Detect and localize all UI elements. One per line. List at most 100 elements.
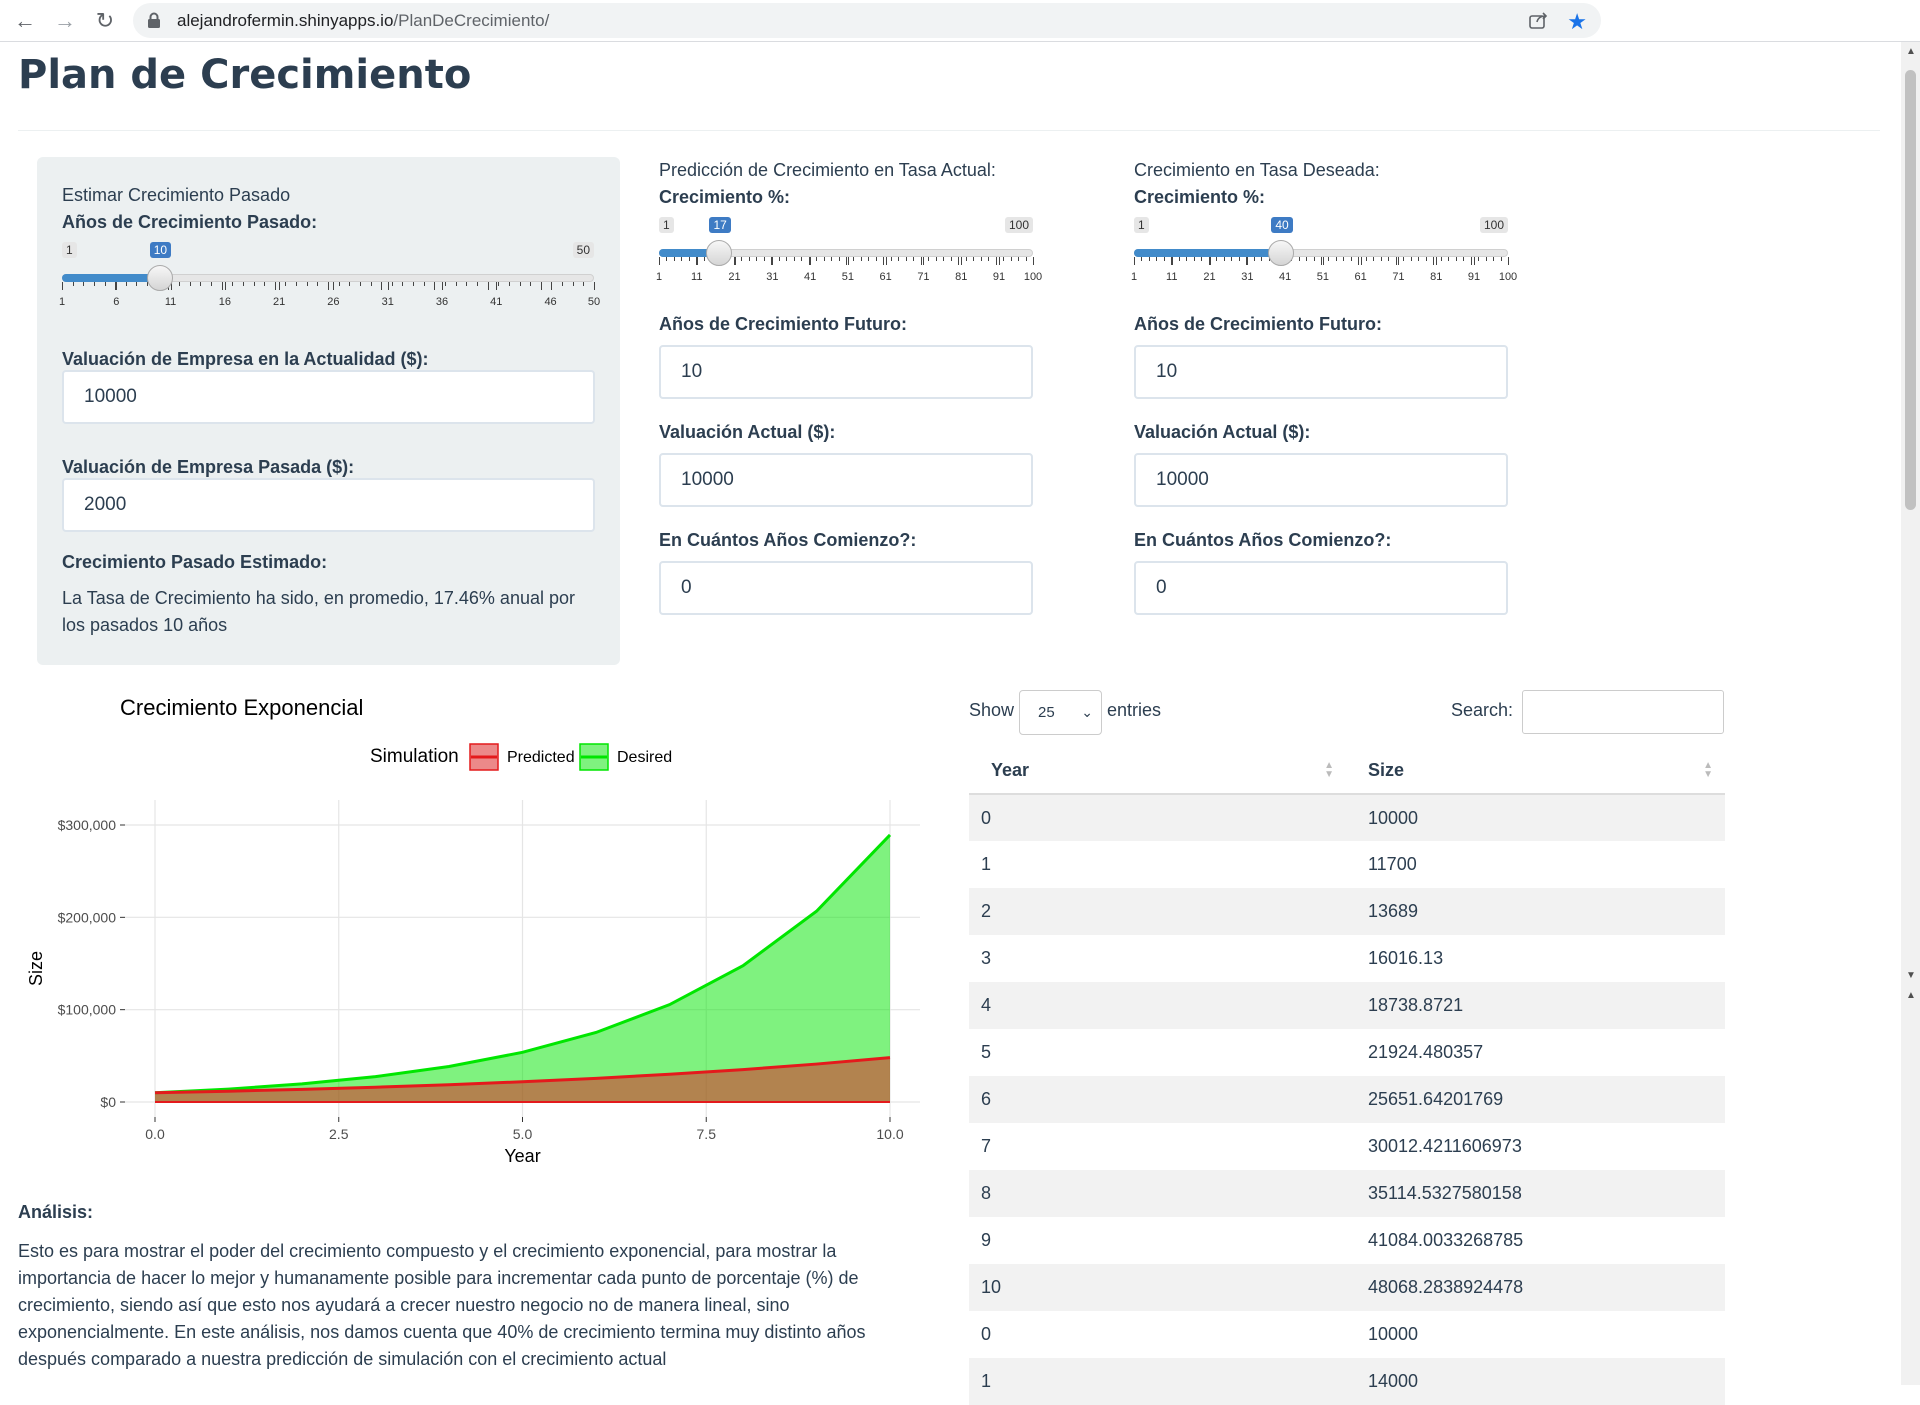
chart-title: Crecimiento Exponencial	[120, 695, 364, 720]
predicted-start-label: En Cuántos Años Comienzo?:	[659, 530, 917, 550]
slider-major-tick	[1322, 257, 1324, 265]
current-value-input[interactable]: 10000	[62, 370, 595, 424]
slider-tick	[210, 282, 212, 286]
predicted-start-input[interactable]: 0	[659, 561, 1033, 615]
scroll-up-icon-2[interactable]: ▲	[1906, 990, 1916, 1001]
forward-arrow-icon[interactable]: →	[48, 4, 82, 38]
search-input[interactable]	[1522, 690, 1724, 734]
cell-year: 0	[981, 1324, 992, 1344]
desired-value-input[interactable]: 10000	[1134, 453, 1508, 507]
slider-tick-label: 41	[803, 271, 817, 283]
slider-tick	[423, 282, 425, 286]
page-size-select[interactable]: 25 ⌄	[1019, 690, 1102, 735]
browser-toolbar: ← → ↻ alejandrofermin.shinyapps.io/PlanD…	[0, 0, 1920, 42]
scroll-down-icon[interactable]: ▼	[1906, 970, 1916, 981]
cell-year: 0	[969, 794, 1346, 841]
slider-tick	[816, 257, 818, 261]
slider-tick	[221, 282, 223, 290]
slider-major-tick	[1360, 257, 1362, 265]
slider-tick	[487, 282, 489, 290]
desired-start-input[interactable]: 0	[1134, 561, 1508, 615]
growth-chart: Simulation Predicted Desired 0.0 2.5 5.0 7.5 10…	[26, 743, 920, 1166]
bookmark-star-icon[interactable]: ★	[1567, 9, 1587, 35]
column-header-size-label: Size	[1368, 760, 1405, 780]
slider-major-tick	[1474, 257, 1475, 265]
address-bar[interactable]: alejandrofermin.shinyapps.io/PlanDeCreci…	[133, 3, 1601, 38]
slider-tick	[232, 282, 234, 286]
x-tick-label: 7.5	[697, 1126, 717, 1142]
slider-tick	[572, 282, 574, 286]
slider-tick	[1163, 257, 1165, 261]
slider-tick-label: 1	[58, 296, 66, 308]
desired-value-label: Valuación Actual ($):	[1134, 422, 1311, 442]
slider-tick	[306, 282, 308, 286]
desired-years-input[interactable]: 10	[1134, 345, 1508, 399]
table-row: 4 18738.8721	[969, 982, 1725, 1029]
slider-max-label: 100	[1004, 217, 1033, 233]
cell-year: 1	[969, 1358, 1346, 1405]
slider-tick	[673, 257, 675, 261]
desired-years-label: Años de Crecimiento Futuro:	[1134, 314, 1383, 334]
slider-tick	[958, 257, 960, 265]
slider-tick	[748, 257, 750, 261]
slider-value-label: 17	[709, 217, 731, 233]
slider-tick	[838, 257, 840, 261]
slider-tick	[756, 257, 758, 261]
predicted-years-input[interactable]: 10	[659, 345, 1033, 399]
past-value-label: Valuación de Empresa Pasada ($):	[62, 457, 355, 477]
slider-value-label: 10	[149, 242, 172, 258]
past-years-label: Años de Crecimiento Pasado:	[62, 212, 318, 232]
vertical-scrollbar[interactable]: ▲ ▼ ▲	[1901, 42, 1920, 1385]
slider-major-tick	[1508, 257, 1509, 265]
analysis-heading: Análisis:	[18, 1202, 94, 1222]
predicted-growth-slider[interactable]: 1 100 17 1 11 21 31 41 51 61 71 81 91 100	[655, 217, 1042, 287]
slider-tick	[995, 257, 997, 265]
back-arrow-icon[interactable]: ←	[8, 4, 42, 38]
slider-tick	[1380, 257, 1382, 261]
reload-icon[interactable]: ↻	[88, 4, 122, 38]
slider-tick	[583, 282, 585, 286]
cell-size: 18738.8721	[1346, 982, 1725, 1029]
slider-tick-label: 31	[766, 271, 779, 283]
column-header-year[interactable]: Year ▲ ▼	[969, 748, 1346, 795]
slider-tick	[402, 282, 404, 286]
slider-major-tick	[659, 257, 660, 265]
past-years-slider[interactable]: 1 50 10 1 6 11 16 21 26 31 36 41 46 50	[58, 242, 600, 312]
slider-fill	[1134, 249, 1282, 257]
slider-tick-label: 41	[1278, 271, 1292, 283]
slider-tick	[1433, 257, 1435, 265]
scrollbar-thumb[interactable]	[1905, 70, 1916, 510]
slider-tick-label: 1	[655, 271, 663, 283]
cell-size: 14000	[1346, 1358, 1725, 1405]
slider-tick	[875, 257, 877, 261]
slider-tick	[274, 282, 276, 290]
share-icon[interactable]	[1529, 11, 1549, 29]
page-size-value: 25	[1038, 704, 1055, 721]
slider-handle[interactable]	[146, 265, 173, 291]
predicted-years-label: Años de Crecimiento Futuro:	[659, 314, 908, 334]
slider-major-tick	[999, 257, 1000, 265]
slider-tick	[1306, 257, 1308, 261]
slider-tick	[786, 257, 788, 261]
desired-section-label: Crecimiento en Tasa Deseada:	[1134, 160, 1380, 180]
slider-min-label: 1	[1134, 217, 1149, 233]
desired-growth-slider[interactable]: 1 100 40 1 11 21 31 41 51 61 71 81 91 100	[1131, 217, 1517, 287]
predicted-value-input[interactable]: 10000	[659, 453, 1033, 507]
slider-tick	[72, 282, 74, 286]
past-value-input[interactable]: 2000	[62, 478, 595, 532]
slider-tick	[988, 257, 990, 261]
cell-size: 25651.64201769	[1346, 1076, 1725, 1123]
slider-tick	[264, 282, 266, 286]
slider-tick	[950, 257, 952, 261]
slider-tick	[1365, 257, 1367, 261]
slider-tick-label: 91	[1467, 271, 1481, 283]
slider-major-tick	[1033, 257, 1034, 265]
scroll-up-icon[interactable]: ▲	[1906, 46, 1916, 57]
slider-tick	[763, 257, 765, 261]
column-header-size[interactable]: Size ▲ ▼	[1346, 748, 1725, 795]
slider-tick-label: 100	[1023, 271, 1043, 283]
legend-title: Simulation	[370, 746, 459, 767]
y-axis-title: Size	[26, 951, 46, 986]
slider-tick	[189, 282, 191, 286]
url-path: /PlanDeCrecimiento/	[393, 11, 550, 30]
